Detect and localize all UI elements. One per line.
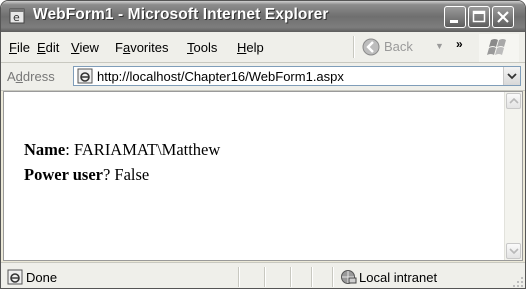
- power-user-line: Power user? False: [24, 165, 149, 185]
- menu-view-label: iew: [79, 40, 99, 55]
- back-label: Back: [384, 39, 413, 54]
- status-panel-separator: [264, 267, 266, 287]
- menu-tools-label: ools: [193, 40, 218, 55]
- menu-help-label: elp: [246, 40, 264, 55]
- scroll-up-button[interactable]: [506, 93, 521, 109]
- name-value: : FARIAMAT\Matthew: [65, 140, 221, 159]
- name-line: Name: FARIAMAT\Matthew: [24, 140, 220, 160]
- menu-file[interactable]: File: [9, 40, 30, 55]
- menu-bar: File Edit View Favorites Tools Help Back…: [1, 32, 525, 63]
- svg-text:e: e: [13, 11, 20, 24]
- title-bar[interactable]: e WebForm1 - Microsoft Internet Explorer: [1, 1, 525, 32]
- chevron-down-icon: [507, 73, 517, 80]
- chevron-up-icon: [509, 97, 519, 104]
- menu-file-label: ile: [16, 40, 30, 55]
- toolbar-overflow-chevron[interactable]: »: [456, 37, 463, 51]
- menu-edit-accel: E: [37, 40, 46, 55]
- ie-app-icon: e: [9, 8, 25, 24]
- status-panel-separator: [290, 267, 292, 287]
- menu-help[interactable]: Help: [237, 40, 264, 55]
- menu-tools[interactable]: Tools: [187, 40, 217, 55]
- minimize-icon: [450, 20, 458, 23]
- menu-edit-label: dit: [45, 40, 60, 55]
- back-dropdown-icon[interactable]: ▼: [435, 41, 444, 51]
- name-label: Name: [24, 140, 66, 159]
- local-intranet-icon: [341, 270, 357, 284]
- address-bar: Address http://localhost/Chapter16/WebFo…: [1, 63, 525, 91]
- power-user-value: ? False: [102, 165, 150, 184]
- menu-view[interactable]: View: [71, 40, 99, 55]
- close-icon: [497, 11, 509, 23]
- windows-logo-icon: [479, 34, 519, 62]
- back-arrow-icon: [362, 38, 380, 56]
- scroll-down-button[interactable]: [506, 243, 521, 259]
- status-panel-separator: [311, 267, 313, 287]
- address-label: Address: [7, 69, 55, 84]
- vertical-scrollbar[interactable]: [504, 92, 522, 260]
- status-panel-separator: [332, 267, 334, 287]
- resize-grip-icon[interactable]: [512, 276, 524, 288]
- status-panel-separator: [238, 267, 240, 287]
- menu-favorites-pre: F: [115, 40, 123, 55]
- close-button[interactable]: [492, 6, 514, 28]
- menu-favorites-label: vorites: [130, 40, 169, 55]
- menu-favorites[interactable]: Favorites: [115, 40, 168, 55]
- menu-separator: [353, 36, 355, 58]
- address-input[interactable]: http://localhost/Chapter16/WebForm1.aspx: [73, 66, 521, 86]
- address-url: http://localhost/Chapter16/WebForm1.aspx: [97, 69, 344, 84]
- power-user-label: Power user: [24, 165, 103, 184]
- address-dropdown-button[interactable]: [503, 67, 520, 85]
- status-text: Done: [26, 270, 58, 285]
- security-zone-text: Local intranet: [359, 270, 438, 285]
- browser-window: e WebForm1 - Microsoft Internet Explorer…: [0, 0, 526, 289]
- minimize-button[interactable]: [444, 6, 466, 28]
- chevron-down-icon: [509, 248, 519, 255]
- menu-edit[interactable]: Edit: [37, 40, 59, 55]
- maximize-icon: [472, 10, 486, 23]
- page-content: Name: FARIAMAT\Matthew Power user? False: [3, 91, 523, 261]
- address-label-accel: d: [15, 69, 23, 84]
- address-label-pre: A: [7, 69, 16, 84]
- status-bar: Done Local intranet: [1, 262, 525, 288]
- ie-page-icon: [77, 68, 93, 84]
- menu-file-accel: F: [9, 40, 17, 55]
- window-title: WebForm1 - Microsoft Internet Explorer: [33, 6, 329, 23]
- maximize-button[interactable]: [468, 6, 490, 28]
- ie-page-done-icon: [7, 269, 23, 285]
- menu-help-accel: H: [237, 40, 247, 55]
- address-label-rest: dress: [22, 69, 55, 84]
